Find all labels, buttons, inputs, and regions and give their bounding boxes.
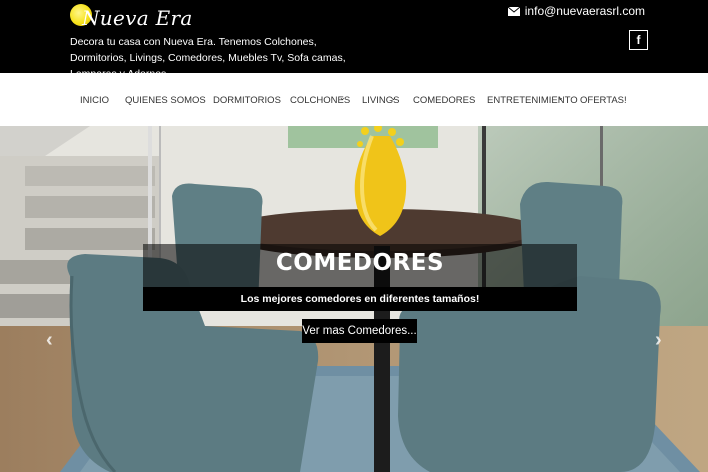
slide-title: COMEDORES	[275, 250, 445, 276]
top-bar: Nueva Era Decora tu casa con Nueva Era. …	[0, 0, 708, 80]
ver-mas-comedores-button[interactable]: Ver mas Comedores...	[302, 319, 417, 343]
nav-item-comedores[interactable]: COMEDORES	[413, 95, 475, 106]
nav-item-ofertas[interactable]: OFERTAS!	[580, 95, 627, 106]
slide-subtitle: Los mejores comedores en diferentes tama…	[240, 293, 480, 305]
email-link[interactable]: info@nuevaerasrl.com	[507, 4, 645, 18]
nav-item-entretenimiento[interactable]: ENTRETENIMIENTO	[487, 95, 578, 106]
envelope-icon	[507, 6, 520, 16]
logo[interactable]: Nueva Era	[70, 2, 192, 32]
nav-item-dormitorios[interactable]: DORMITORIOS	[213, 95, 281, 106]
nav-item-quienes-somos[interactable]: QUIENES SOMOS	[125, 95, 206, 106]
main-nav: INICIO QUIENES SOMOS DORMITORIOS COLCHON…	[0, 73, 708, 126]
nav-item-inicio[interactable]: INICIO	[80, 95, 109, 106]
hero-slider: COMEDORES Los mejores comedores en difer…	[0, 126, 708, 472]
email-text: info@nuevaerasrl.com	[524, 4, 645, 18]
chevron-down-icon: ⌄	[557, 93, 564, 102]
logo-text: Nueva Era	[82, 6, 193, 30]
chevron-down-icon: ⌄	[390, 93, 397, 102]
prev-slide-icon[interactable]: ‹	[46, 329, 53, 352]
next-slide-icon[interactable]: ›	[655, 329, 662, 352]
chevron-down-icon: ⌄	[339, 93, 346, 102]
facebook-icon[interactable]: f	[629, 30, 648, 50]
